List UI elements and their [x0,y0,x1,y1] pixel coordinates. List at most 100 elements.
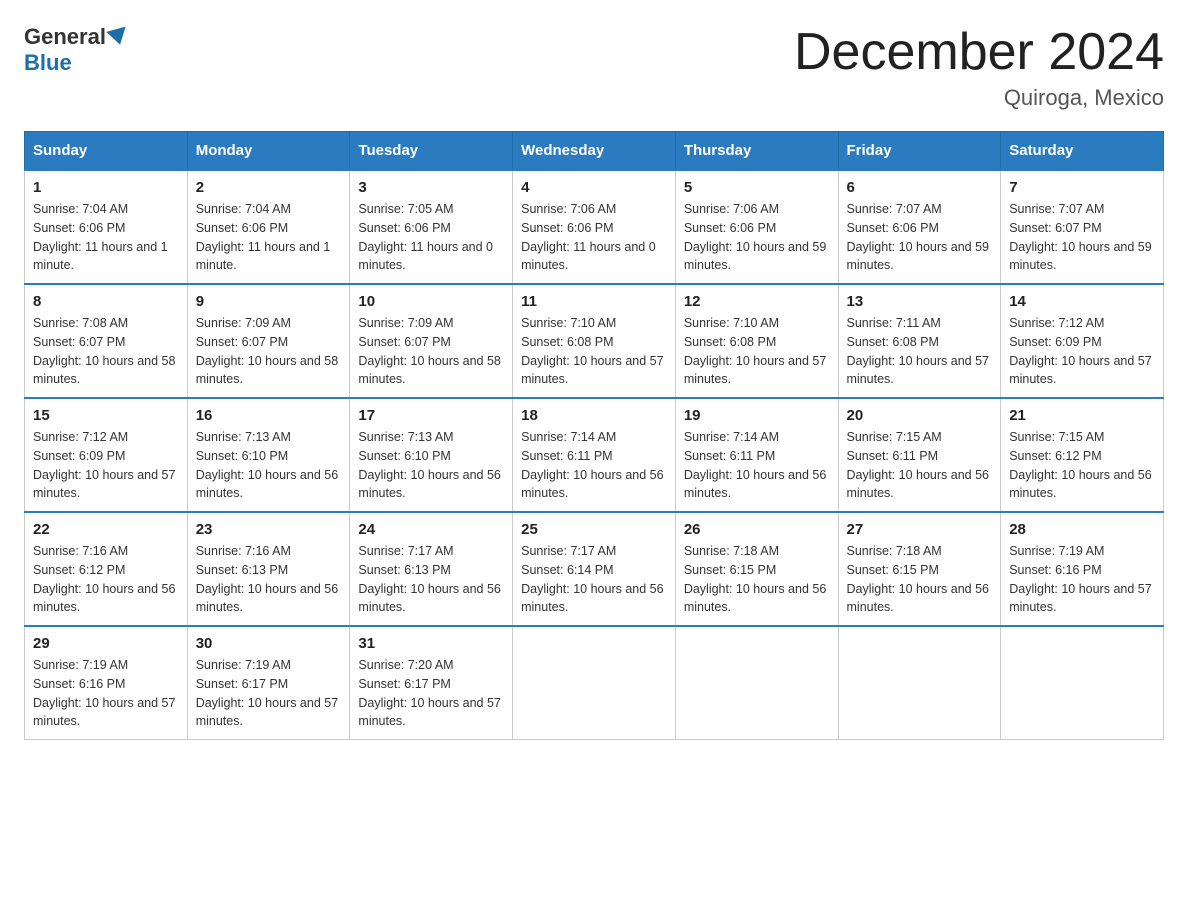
day-info: Sunrise: 7:19 AMSunset: 6:16 PMDaylight:… [1009,542,1155,617]
page-header: General Blue December 2024 Quiroga, Mexi… [24,24,1164,111]
day-cell: 20 Sunrise: 7:15 AMSunset: 6:11 PMDayligh… [838,398,1001,512]
day-number: 8 [33,293,179,310]
day-info: Sunrise: 7:13 AMSunset: 6:10 PMDaylight:… [358,428,504,503]
day-number: 24 [358,521,504,538]
day-number: 3 [358,179,504,196]
day-cell: 8 Sunrise: 7:08 AMSunset: 6:07 PMDaylight… [25,284,188,398]
day-number: 9 [196,293,342,310]
day-number: 22 [33,521,179,538]
day-number: 6 [847,179,993,196]
day-cell: 22Sunrise: 7:16 AMSunset: 6:12 PMDayligh… [25,512,188,626]
day-info: Sunrise: 7:16 AMSunset: 6:13 PMDaylight:… [196,542,342,617]
day-cell [838,626,1001,740]
day-number: 11 [521,293,667,310]
week-row-4: 22Sunrise: 7:16 AMSunset: 6:12 PMDayligh… [25,512,1164,626]
week-row-1: 1 Sunrise: 7:04 AMSunset: 6:06 PMDaylight… [25,170,1164,284]
day-cell: 26Sunrise: 7:18 AMSunset: 6:15 PMDayligh… [675,512,838,626]
day-number: 25 [521,521,667,538]
day-info: Sunrise: 7:13 AMSunset: 6:10 PMDaylight:… [196,428,342,503]
day-cell: 13 Sunrise: 7:11 AMSunset: 6:08 PMDayligh… [838,284,1001,398]
day-info: Sunrise: 7:09 AMSunset: 6:07 PMDaylight:… [196,314,342,389]
day-info: Sunrise: 7:07 AMSunset: 6:07 PMDaylight:… [1009,200,1155,275]
day-info: Sunrise: 7:14 AMSunset: 6:11 PMDaylight:… [684,428,830,503]
day-number: 4 [521,179,667,196]
day-info: Sunrise: 7:06 AMSunset: 6:06 PMDaylight:… [521,200,667,275]
day-number: 28 [1009,521,1155,538]
day-cell: 12Sunrise: 7:10 AMSunset: 6:08 PMDayligh… [675,284,838,398]
day-info: Sunrise: 7:19 AMSunset: 6:16 PMDaylight:… [33,656,179,731]
logo: General Blue [24,24,130,76]
day-number: 10 [358,293,504,310]
day-number: 20 [847,407,993,424]
day-number: 18 [521,407,667,424]
weekday-header-friday: Friday [838,132,1001,171]
day-cell: 23 Sunrise: 7:16 AMSunset: 6:13 PMDayligh… [187,512,350,626]
day-number: 15 [33,407,179,424]
day-cell: 21Sunrise: 7:15 AMSunset: 6:12 PMDayligh… [1001,398,1164,512]
day-info: Sunrise: 7:07 AMSunset: 6:06 PMDaylight:… [847,200,993,275]
weekday-header-monday: Monday [187,132,350,171]
day-number: 7 [1009,179,1155,196]
day-info: Sunrise: 7:10 AMSunset: 6:08 PMDaylight:… [521,314,667,389]
day-info: Sunrise: 7:05 AMSunset: 6:06 PMDaylight:… [358,200,504,275]
logo-general-text: General [24,24,106,50]
day-info: Sunrise: 7:19 AMSunset: 6:17 PMDaylight:… [196,656,342,731]
day-cell: 18 Sunrise: 7:14 AMSunset: 6:11 PMDayligh… [513,398,676,512]
week-row-3: 15 Sunrise: 7:12 AMSunset: 6:09 PMDayligh… [25,398,1164,512]
day-number: 16 [196,407,342,424]
day-number: 26 [684,521,830,538]
weekday-header-saturday: Saturday [1001,132,1164,171]
title-section: December 2024 Quiroga, Mexico [794,24,1164,111]
day-number: 5 [684,179,830,196]
day-cell: 7 Sunrise: 7:07 AMSunset: 6:07 PMDaylight… [1001,170,1164,284]
day-cell: 31 Sunrise: 7:20 AMSunset: 6:17 PMDayligh… [350,626,513,740]
day-info: Sunrise: 7:08 AMSunset: 6:07 PMDaylight:… [33,314,179,389]
day-number: 30 [196,635,342,652]
day-info: Sunrise: 7:17 AMSunset: 6:14 PMDaylight:… [521,542,667,617]
day-info: Sunrise: 7:14 AMSunset: 6:11 PMDaylight:… [521,428,667,503]
day-number: 13 [847,293,993,310]
day-cell: 11 Sunrise: 7:10 AMSunset: 6:08 PMDayligh… [513,284,676,398]
day-cell [513,626,676,740]
weekday-header-sunday: Sunday [25,132,188,171]
day-cell: 1 Sunrise: 7:04 AMSunset: 6:06 PMDaylight… [25,170,188,284]
day-number: 17 [358,407,504,424]
day-info: Sunrise: 7:04 AMSunset: 6:06 PMDaylight:… [33,200,179,275]
day-cell: 9 Sunrise: 7:09 AMSunset: 6:07 PMDaylight… [187,284,350,398]
day-number: 12 [684,293,830,310]
day-cell: 19 Sunrise: 7:14 AMSunset: 6:11 PMDayligh… [675,398,838,512]
logo-blue-text: Blue [24,50,72,76]
day-number: 27 [847,521,993,538]
day-info: Sunrise: 7:12 AMSunset: 6:09 PMDaylight:… [33,428,179,503]
day-cell: 28 Sunrise: 7:19 AMSunset: 6:16 PMDayligh… [1001,512,1164,626]
day-info: Sunrise: 7:20 AMSunset: 6:17 PMDaylight:… [358,656,504,731]
day-number: 14 [1009,293,1155,310]
weekday-header-wednesday: Wednesday [513,132,676,171]
day-cell: 4 Sunrise: 7:06 AMSunset: 6:06 PMDaylight… [513,170,676,284]
day-cell: 16 Sunrise: 7:13 AMSunset: 6:10 PMDayligh… [187,398,350,512]
day-cell: 24 Sunrise: 7:17 AMSunset: 6:13 PMDayligh… [350,512,513,626]
day-info: Sunrise: 7:18 AMSunset: 6:15 PMDaylight:… [847,542,993,617]
day-number: 1 [33,179,179,196]
day-info: Sunrise: 7:11 AMSunset: 6:08 PMDaylight:… [847,314,993,389]
day-cell: 10 Sunrise: 7:09 AMSunset: 6:07 PMDayligh… [350,284,513,398]
day-info: Sunrise: 7:04 AMSunset: 6:06 PMDaylight:… [196,200,342,275]
logo-arrow-icon [106,27,129,48]
day-cell: 30 Sunrise: 7:19 AMSunset: 6:17 PMDayligh… [187,626,350,740]
day-info: Sunrise: 7:06 AMSunset: 6:06 PMDaylight:… [684,200,830,275]
weekday-header-row: SundayMondayTuesdayWednesdayThursdayFrid… [25,132,1164,171]
day-number: 31 [358,635,504,652]
day-number: 19 [684,407,830,424]
day-info: Sunrise: 7:17 AMSunset: 6:13 PMDaylight:… [358,542,504,617]
day-number: 23 [196,521,342,538]
location-text: Quiroga, Mexico [794,85,1164,111]
day-info: Sunrise: 7:09 AMSunset: 6:07 PMDaylight:… [358,314,504,389]
day-cell: 2 Sunrise: 7:04 AMSunset: 6:06 PMDaylight… [187,170,350,284]
day-cell: 15 Sunrise: 7:12 AMSunset: 6:09 PMDayligh… [25,398,188,512]
day-cell: 25 Sunrise: 7:17 AMSunset: 6:14 PMDayligh… [513,512,676,626]
week-row-5: 29Sunrise: 7:19 AMSunset: 6:16 PMDayligh… [25,626,1164,740]
day-number: 2 [196,179,342,196]
day-info: Sunrise: 7:15 AMSunset: 6:11 PMDaylight:… [847,428,993,503]
month-title: December 2024 [794,24,1164,81]
week-row-2: 8 Sunrise: 7:08 AMSunset: 6:07 PMDaylight… [25,284,1164,398]
